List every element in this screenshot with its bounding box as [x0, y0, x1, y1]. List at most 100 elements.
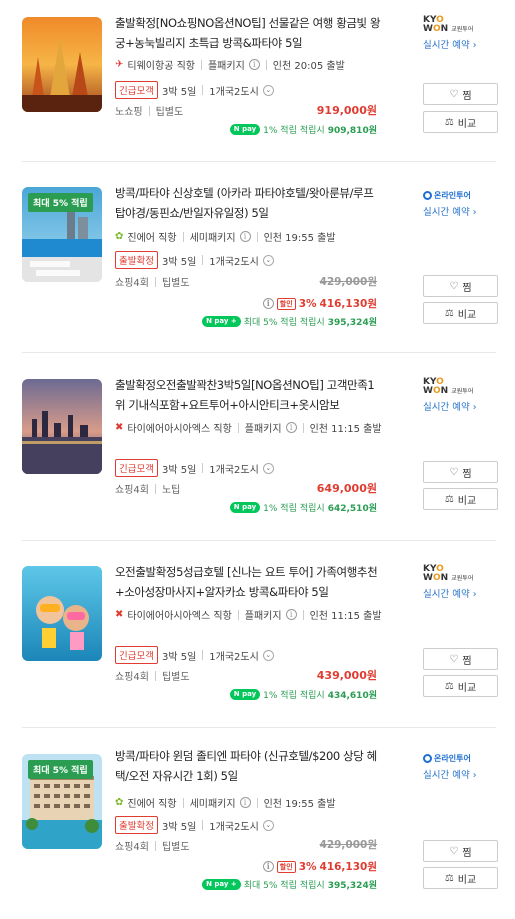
duration: 3박 5일 — [161, 651, 197, 663]
chevron-down-icon[interactable]: ⌄ — [262, 462, 274, 474]
wish-button[interactable]: ♡ 찜 — [423, 275, 498, 297]
realtime-booking-link[interactable]: 실시간 예약 › — [423, 586, 477, 600]
product-title[interactable]: 출발확정[NO쇼핑NO옵션NO팁] 선물같은 여행 황금빛 왕궁+농눅빌리지 초… — [115, 13, 383, 53]
info-icon[interactable]: i — [262, 298, 274, 309]
compare-button[interactable]: ⚖ 비교 — [423, 867, 498, 889]
compare-button[interactable]: ⚖ 비교 — [423, 488, 498, 510]
reward-prefix: 적립시 — [299, 126, 325, 136]
reward-rate: 1% 적립 — [263, 126, 297, 136]
departure-info: 인천 19:55 출발 — [263, 799, 336, 810]
realtime-booking-link[interactable]: 실시간 예약 › — [423, 399, 477, 413]
compare-icon: ⚖ — [444, 307, 454, 319]
info-icon[interactable]: i — [285, 609, 297, 620]
price-block: 429,000원 i 할인 3% 416,130원 N pay + 최대 5% … — [202, 837, 377, 891]
compare-button[interactable]: ⚖ 비교 — [423, 302, 498, 324]
card-divider — [22, 352, 496, 353]
realtime-booking-link[interactable]: 실시간 예약 › — [423, 37, 477, 51]
npay-icon: N pay — [229, 689, 261, 700]
tip-info: 팁별도 — [155, 107, 184, 118]
discount-rate: 3% — [298, 860, 317, 873]
tip-info: 노팁 — [161, 485, 181, 496]
product-thumbnail[interactable] — [22, 379, 102, 474]
duration: 3박 5일 — [161, 86, 197, 98]
divider — [202, 463, 204, 473]
compare-button[interactable]: ⚖ 비교 — [423, 111, 498, 133]
snorkel-image — [22, 566, 102, 661]
wish-button[interactable]: ♡ 찜 — [423, 840, 498, 862]
product-card: 출발확정오전출발꽉찬3박5일[NO옵션NO팁] 고객만족1위 기내식포함+요트투… — [0, 362, 515, 537]
divider — [302, 422, 304, 433]
compare-button[interactable]: ⚖ 비교 — [423, 675, 498, 697]
reward-rate: 최대 5% 적립 — [243, 881, 297, 891]
reward-amount: 395,324원 — [327, 318, 377, 328]
npay-icon: N pay — [229, 502, 261, 513]
compare-icon: ⚖ — [444, 116, 454, 128]
product-thumbnail[interactable] — [22, 17, 102, 112]
departure-info: 인천 11:15 출발 — [309, 424, 382, 435]
reward-rate: 1% 적립 — [263, 504, 297, 514]
status-badge: 출발확정 — [115, 816, 158, 834]
chevron-down-icon[interactable]: ⌄ — [262, 84, 274, 96]
product-sub-info: 쇼핑4회 노팁 — [115, 481, 180, 496]
chevron-down-icon[interactable]: ⌄ — [262, 819, 274, 831]
chevron-down-icon[interactable]: ⌄ — [262, 649, 274, 661]
onlinetour-logo: 온라인투어 — [423, 190, 477, 201]
kyowon-logo: KYO WON 교원투어 — [423, 15, 474, 34]
info-icon[interactable]: i — [248, 59, 260, 70]
chevron-down-icon[interactable]: ⌄ — [262, 254, 274, 266]
info-icon[interactable]: i — [262, 861, 274, 872]
card-divider — [22, 161, 496, 162]
divider — [154, 670, 156, 681]
info-icon[interactable]: i — [285, 422, 297, 433]
product-meta: ✿ 진에어 직항 세미패키지 i 인천 19:55 출발 — [115, 795, 336, 810]
airline-name: 진에어 직항 — [127, 799, 177, 810]
agency-block: 온라인투어 실시간 예약 › — [423, 190, 477, 218]
package-type: 플패키지 — [244, 424, 282, 435]
product-meta: ✖ 타이에어아시아엑스 직항 플패키지 i 인천 11:15 출발 — [115, 607, 382, 622]
info-icon[interactable]: i — [239, 797, 251, 808]
wish-button[interactable]: ♡ 찜 — [423, 83, 498, 105]
duration: 3박 5일 — [161, 256, 197, 268]
compare-icon: ⚖ — [444, 680, 454, 692]
airline-name: 진에어 직항 — [127, 233, 177, 244]
package-type: 플패키지 — [207, 61, 245, 72]
product-title[interactable]: 출발확정오전출발꽉찬3박5일[NO옵션NO팁] 고객만족1위 기내식포함+요트투… — [115, 375, 383, 415]
agency-block: 온라인투어 실시간 예약 › — [423, 753, 477, 781]
countries: 1개국2도시 — [209, 86, 259, 98]
product-title[interactable]: 방콕/파타야 윈덤 졸티엔 파타야 (신규호텔/$200 상당 혜택/오전 자유… — [115, 746, 383, 786]
price-block: 439,000원 N pay 1% 적립 적립시 434,610원 — [229, 667, 377, 701]
promo-badge: 최대 5% 적립 — [28, 760, 93, 779]
product-tags: 긴급모객 3박 5일 1개국2도시 ⌄ — [115, 459, 274, 477]
product-thumbnail[interactable]: 최대 5% 적립 — [22, 187, 102, 282]
product-title[interactable]: 오전출발확정5성급호텔 [신나는 요트 투어] 가족여행추천+소아성장마사지+알… — [115, 562, 383, 602]
realtime-booking-link[interactable]: 실시간 예약 › — [423, 204, 477, 218]
realtime-booking-link[interactable]: 실시간 예약 › — [423, 767, 477, 781]
reward-rate: 최대 5% 적립 — [243, 318, 297, 328]
product-thumbnail[interactable]: 최대 5% 적립 — [22, 754, 102, 849]
info-icon[interactable]: i — [239, 231, 251, 242]
divider — [202, 820, 204, 830]
product-thumbnail[interactable] — [22, 566, 102, 661]
departure-info: 인천 19:55 출발 — [263, 233, 336, 244]
shopping-info: 쇼핑4회 — [115, 842, 149, 853]
shopping-info: 쇼핑4회 — [115, 485, 149, 496]
compare-label: 비교 — [457, 682, 477, 694]
reward-amount: 909,810원 — [327, 126, 377, 136]
wish-button[interactable]: ♡ 찜 — [423, 648, 498, 670]
wish-button[interactable]: ♡ 찜 — [423, 461, 498, 483]
reward-prefix: 적립시 — [299, 691, 325, 701]
wish-label: 찜 — [462, 847, 472, 859]
compare-label: 비교 — [457, 309, 477, 321]
product-sub-info: 쇼핑4회 팁별도 — [115, 668, 190, 683]
product-tags: 긴급모객 3박 5일 1개국2도시 ⌄ — [115, 81, 274, 99]
product-title[interactable]: 방콕/파타야 신상호텔 (아카라 파타야호텔/왓아룬뷰/루프탑야경/동핀쇼/반일… — [115, 183, 383, 223]
discount-line: i 할인 3% 416,130원 — [202, 859, 377, 874]
agency-name: 온라인투어 — [434, 191, 471, 200]
status-badge: 긴급모객 — [115, 646, 158, 664]
divider — [182, 231, 184, 242]
product-tags: 긴급모객 3박 5일 1개국2도시 ⌄ — [115, 646, 274, 664]
agency-block: KYO WON 교원투어 실시간 예약 › — [423, 378, 477, 414]
divider — [237, 609, 239, 620]
compare-label: 비교 — [457, 874, 477, 886]
reward-amount: 434,610원 — [327, 691, 377, 701]
